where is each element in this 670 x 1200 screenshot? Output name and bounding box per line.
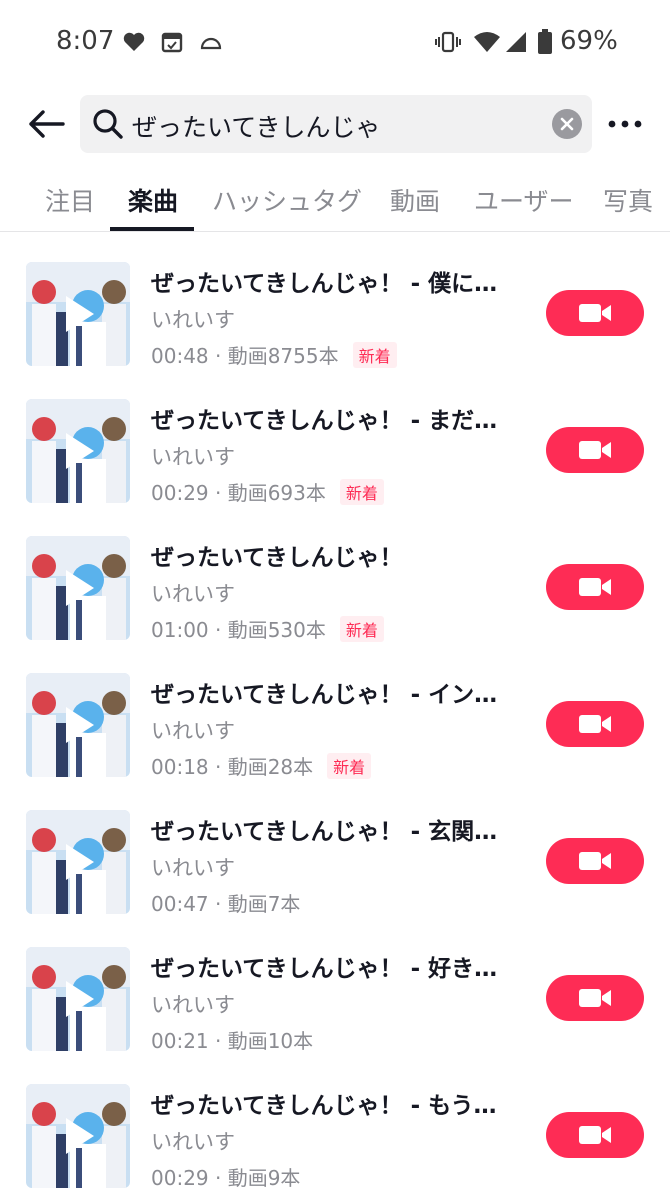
song-title[interactable]: ぜったいてきしんじゃ！ - もう… <box>151 1086 497 1120</box>
album-cover[interactable] <box>26 536 130 640</box>
duration-and-video-count: 00:18 · 動画28本 <box>151 755 314 779</box>
song-meta: 00:18 · 動画28本 新着 <box>151 751 372 780</box>
song-title[interactable]: ぜったいてきしんじゃ！ - 僕に… <box>151 264 497 298</box>
artist-name: いれいす <box>151 445 235 469</box>
use-sound-button[interactable] <box>546 975 644 1021</box>
new-badge: 新着 <box>339 615 384 642</box>
wifi-icon <box>472 28 502 56</box>
song-title[interactable]: ぜったいてきしんじゃ！ <box>151 538 403 572</box>
song-title[interactable]: ぜったいてきしんじゃ！ - まだ… <box>151 401 497 435</box>
tab-hashtags[interactable]: ハッシュタグ <box>212 182 362 218</box>
new-badge: 新着 <box>352 341 397 368</box>
clear-search-button[interactable] <box>552 109 582 139</box>
music-result-item[interactable]: ぜったいてきしんじゃ！ - イン… いれいす 00:18 · 動画28本 新着 <box>0 673 670 810</box>
clear-icon <box>560 117 574 131</box>
new-badge: 新着 <box>327 752 372 779</box>
album-cover[interactable] <box>26 673 130 777</box>
status-time: 8:07 <box>56 26 115 56</box>
song-title[interactable]: ぜったいてきしんじゃ！ - 玄関… <box>151 812 497 846</box>
artist-name: いれいす <box>151 308 235 332</box>
video-camera-icon <box>579 578 611 596</box>
more-icon <box>608 120 642 128</box>
search-bar[interactable]: ぜったいてきしんじゃ <box>80 95 592 153</box>
duration-and-video-count: 00:21 · 動画10本 <box>151 1029 314 1053</box>
tab-users[interactable]: ユーザー <box>474 182 574 218</box>
duration-and-video-count: 00:48 · 動画8755本 <box>151 344 339 368</box>
artist-name: いれいす <box>151 1130 235 1154</box>
heart-icon <box>122 28 146 56</box>
album-cover[interactable] <box>26 399 130 503</box>
video-camera-icon <box>579 852 611 870</box>
use-sound-button[interactable] <box>546 1112 644 1158</box>
battery-icon <box>536 28 554 56</box>
album-cover[interactable] <box>26 810 130 914</box>
video-camera-icon <box>579 1126 611 1144</box>
vibrate-icon <box>434 28 462 56</box>
album-cover[interactable] <box>26 1084 130 1188</box>
use-sound-button[interactable] <box>546 427 644 473</box>
album-cover[interactable] <box>26 262 130 366</box>
duration-and-video-count: 00:29 · 動画693本 <box>151 481 326 505</box>
music-result-item[interactable]: ぜったいてきしんじゃ！ - 玄関… いれいす 00:47 · 動画7本 <box>0 810 670 947</box>
song-meta: 00:48 · 動画8755本 新着 <box>151 340 397 369</box>
active-tab-indicator <box>110 227 194 231</box>
artist-name: いれいす <box>151 582 235 606</box>
song-meta: 00:21 · 動画10本 <box>151 1025 313 1054</box>
tab-featured[interactable]: 注目 <box>45 182 95 218</box>
music-result-item[interactable]: ぜったいてきしんじゃ！ いれいす 01:00 · 動画530本 新着 <box>0 536 670 673</box>
artist-name: いれいす <box>151 719 235 743</box>
album-cover[interactable] <box>26 947 130 1051</box>
song-title[interactable]: ぜったいてきしんじゃ！ - 好き… <box>151 949 497 983</box>
search-tabs: 注目 楽曲 ハッシュタグ 動画 ユーザー 写真 <box>0 170 670 232</box>
signal-icon <box>504 28 528 56</box>
search-input[interactable]: ぜったいてきしんじゃ <box>132 108 381 144</box>
tab-music[interactable]: 楽曲 <box>128 182 178 218</box>
use-sound-button[interactable] <box>546 564 644 610</box>
music-result-item[interactable]: ぜったいてきしんじゃ！ - 僕に… いれいす 00:48 · 動画8755本 新… <box>0 262 670 399</box>
song-meta: 00:29 · 動画9本 <box>151 1162 300 1191</box>
music-result-item[interactable]: ぜったいてきしんじゃ！ - まだ… いれいす 00:29 · 動画693本 新着 <box>0 399 670 536</box>
artist-name: いれいす <box>151 993 235 1017</box>
tab-videos[interactable]: 動画 <box>390 182 440 218</box>
artist-name: いれいす <box>151 856 235 880</box>
music-result-item[interactable]: ぜったいてきしんじゃ！ - もう… いれいす 00:29 · 動画9本 <box>0 1084 670 1200</box>
song-title[interactable]: ぜったいてきしんじゃ！ - イン… <box>151 675 497 709</box>
use-sound-button[interactable] <box>546 838 644 884</box>
video-camera-icon <box>579 304 611 322</box>
back-button[interactable] <box>22 100 70 148</box>
new-badge: 新着 <box>339 478 384 505</box>
calendar-icon <box>160 28 184 56</box>
video-camera-icon <box>579 989 611 1007</box>
status-bar: 8:07 69% <box>0 0 670 84</box>
song-meta: 01:00 · 動画530本 新着 <box>151 614 384 643</box>
more-options-button[interactable] <box>602 108 648 140</box>
battery-level: 69% <box>560 26 618 56</box>
song-meta: 00:47 · 動画7本 <box>151 888 300 917</box>
music-result-item[interactable]: ぜったいてきしんじゃ！ - 好き… いれいす 00:21 · 動画10本 <box>0 947 670 1084</box>
search-icon <box>93 109 123 139</box>
tab-photos[interactable]: 写真 <box>603 182 653 218</box>
use-sound-button[interactable] <box>546 290 644 336</box>
duration-and-video-count: 00:29 · 動画9本 <box>151 1166 301 1190</box>
duration-and-video-count: 00:47 · 動画7本 <box>151 892 301 916</box>
back-arrow-icon <box>29 110 65 138</box>
cloud-icon <box>198 28 224 56</box>
song-meta: 00:29 · 動画693本 新着 <box>151 477 384 506</box>
use-sound-button[interactable] <box>546 701 644 747</box>
duration-and-video-count: 01:00 · 動画530本 <box>151 618 326 642</box>
video-camera-icon <box>579 441 611 459</box>
video-camera-icon <box>579 715 611 733</box>
